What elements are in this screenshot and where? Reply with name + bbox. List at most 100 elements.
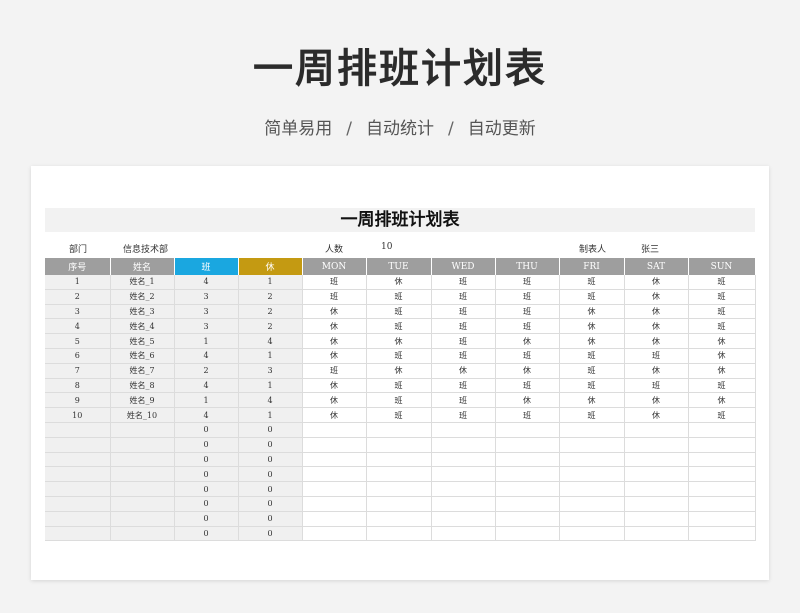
cell-fri[interactable]: 班 xyxy=(559,363,625,379)
cell-no[interactable]: 7 xyxy=(45,363,111,379)
cell-work-count[interactable]: 0 xyxy=(174,481,239,497)
cell-name[interactable] xyxy=(110,526,175,542)
cell-tue[interactable]: 班 xyxy=(366,318,432,335)
cell-thu[interactable] xyxy=(495,452,560,468)
cell-no[interactable] xyxy=(45,511,111,527)
cell-work-count[interactable]: 4 xyxy=(174,348,239,364)
cell-mon[interactable]: 班 xyxy=(302,289,367,305)
cell-wed[interactable]: 休 xyxy=(431,363,496,379)
cell-sun[interactable] xyxy=(688,511,756,527)
header-thu[interactable]: THU xyxy=(495,258,560,275)
cell-mon[interactable]: 休 xyxy=(302,333,367,349)
cell-no[interactable] xyxy=(45,526,111,542)
cell-rest-count[interactable]: 0 xyxy=(238,452,303,468)
cell-mon[interactable]: 休 xyxy=(302,378,367,394)
cell-name[interactable] xyxy=(110,452,175,468)
cell-mon[interactable] xyxy=(302,496,367,512)
cell-tue[interactable] xyxy=(366,481,432,497)
cell-no[interactable]: 10 xyxy=(45,407,111,423)
header-wed[interactable]: WED xyxy=(431,258,496,275)
cell-thu[interactable] xyxy=(495,422,560,438)
cell-name[interactable] xyxy=(110,496,175,512)
cell-sun[interactable]: 休 xyxy=(688,392,756,409)
cell-tue[interactable]: 班 xyxy=(366,304,432,320)
cell-work-count[interactable]: 0 xyxy=(174,526,239,542)
cell-rest-count[interactable]: 0 xyxy=(238,526,303,542)
cell-rest-count[interactable]: 1 xyxy=(238,275,303,290)
cell-fri[interactable]: 班 xyxy=(559,378,625,394)
cell-sat[interactable] xyxy=(624,452,689,468)
cell-wed[interactable] xyxy=(431,481,496,497)
cell-sat[interactable] xyxy=(624,437,689,453)
cell-sat[interactable]: 休 xyxy=(624,275,689,290)
cell-sun[interactable] xyxy=(688,526,756,542)
cell-name[interactable]: 姓名_3 xyxy=(110,304,175,320)
header-mon[interactable]: MON xyxy=(302,258,367,275)
cell-thu[interactable]: 班 xyxy=(495,318,560,335)
cell-sat[interactable] xyxy=(624,466,689,483)
header-tue[interactable]: TUE xyxy=(366,258,432,275)
cell-sat[interactable]: 班 xyxy=(624,348,689,364)
cell-work-count[interactable]: 0 xyxy=(174,466,239,483)
cell-thu[interactable]: 休 xyxy=(495,363,560,379)
cell-mon[interactable]: 休 xyxy=(302,304,367,320)
cell-thu[interactable] xyxy=(495,526,560,542)
cell-fri[interactable] xyxy=(559,437,625,453)
cell-sun[interactable] xyxy=(688,437,756,453)
cell-no[interactable] xyxy=(45,496,111,512)
cell-sat[interactable] xyxy=(624,526,689,542)
cell-work-count[interactable]: 1 xyxy=(174,333,239,349)
cell-work-count[interactable]: 0 xyxy=(174,496,239,512)
cell-mon[interactable]: 休 xyxy=(302,318,367,335)
cell-thu[interactable] xyxy=(495,466,560,483)
cell-mon[interactable]: 班 xyxy=(302,363,367,379)
cell-mon[interactable] xyxy=(302,437,367,453)
cell-thu[interactable]: 班 xyxy=(495,348,560,364)
cell-name[interactable]: 姓名_4 xyxy=(110,318,175,335)
cell-sat[interactable]: 休 xyxy=(624,318,689,335)
cell-mon[interactable] xyxy=(302,511,367,527)
cell-work-count[interactable]: 4 xyxy=(174,275,239,290)
cell-sat[interactable]: 休 xyxy=(624,392,689,409)
cell-name[interactable]: 姓名_1 xyxy=(110,275,175,290)
cell-sun[interactable]: 班 xyxy=(688,407,756,423)
cell-fri[interactable] xyxy=(559,422,625,438)
cell-mon[interactable] xyxy=(302,481,367,497)
cell-wed[interactable] xyxy=(431,496,496,512)
cell-rest-count[interactable]: 0 xyxy=(238,481,303,497)
cell-no[interactable]: 8 xyxy=(45,378,111,394)
cell-sun[interactable]: 休 xyxy=(688,363,756,379)
cell-work-count[interactable]: 3 xyxy=(174,304,239,320)
cell-sun[interactable] xyxy=(688,466,756,483)
cell-work-count[interactable]: 3 xyxy=(174,318,239,335)
cell-tue[interactable]: 班 xyxy=(366,348,432,364)
cell-wed[interactable]: 班 xyxy=(431,289,496,305)
cell-fri[interactable]: 班 xyxy=(559,275,625,290)
cell-thu[interactable] xyxy=(495,511,560,527)
cell-wed[interactable]: 班 xyxy=(431,275,496,290)
cell-tue[interactable]: 休 xyxy=(366,275,432,290)
cell-wed[interactable]: 班 xyxy=(431,304,496,320)
cell-work-count[interactable]: 3 xyxy=(174,289,239,305)
cell-rest-count[interactable]: 0 xyxy=(238,437,303,453)
cell-sat[interactable] xyxy=(624,422,689,438)
header-sat[interactable]: SAT xyxy=(624,258,689,275)
cell-mon[interactable] xyxy=(302,452,367,468)
cell-rest-count[interactable]: 0 xyxy=(238,511,303,527)
cell-no[interactable] xyxy=(45,452,111,468)
cell-name[interactable]: 姓名_9 xyxy=(110,392,175,409)
cell-no[interactable] xyxy=(45,466,111,483)
cell-sun[interactable]: 班 xyxy=(688,378,756,394)
cell-fri[interactable]: 休 xyxy=(559,333,625,349)
cell-sat[interactable] xyxy=(624,481,689,497)
cell-wed[interactable]: 班 xyxy=(431,378,496,394)
cell-no[interactable] xyxy=(45,437,111,453)
cell-no[interactable]: 1 xyxy=(45,275,111,290)
cell-thu[interactable]: 休 xyxy=(495,392,560,409)
cell-thu[interactable] xyxy=(495,496,560,512)
cell-tue[interactable] xyxy=(366,496,432,512)
cell-no[interactable] xyxy=(45,481,111,497)
header-work[interactable]: 班 xyxy=(174,258,239,275)
cell-no[interactable]: 5 xyxy=(45,333,111,349)
cell-sun[interactable]: 休 xyxy=(688,348,756,364)
